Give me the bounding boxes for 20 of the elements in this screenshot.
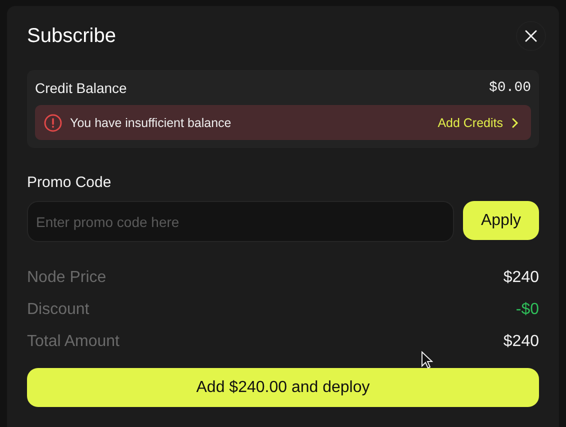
deploy-button[interactable]: Add $240.00 and deploy	[27, 368, 539, 407]
summary-value: $240	[503, 333, 539, 351]
summary-label: Discount	[27, 301, 90, 319]
summary-value: $240	[503, 269, 539, 287]
close-icon	[525, 30, 537, 42]
summary-value: -$0	[516, 301, 539, 319]
promo-code-field[interactable]: Enter promo code here	[27, 201, 454, 242]
alert-message: You have insufficient balance	[70, 116, 232, 130]
summary-label: Total Amount	[27, 333, 120, 351]
summary-label: Node Price	[27, 269, 106, 287]
credit-label: Credit Balance	[35, 80, 127, 96]
close-button[interactable]	[516, 21, 546, 51]
apply-button[interactable]: Apply	[463, 201, 539, 240]
dialog-title: Subscribe	[27, 24, 116, 48]
promo-label: Promo Code	[27, 174, 112, 191]
credit-amount: $0.00	[488, 80, 531, 96]
add-credits-link[interactable]: Add Credits	[438, 116, 519, 130]
mouse-pointer-icon	[421, 351, 433, 369]
warning-icon	[44, 114, 62, 132]
chevron-right-icon	[511, 118, 519, 128]
